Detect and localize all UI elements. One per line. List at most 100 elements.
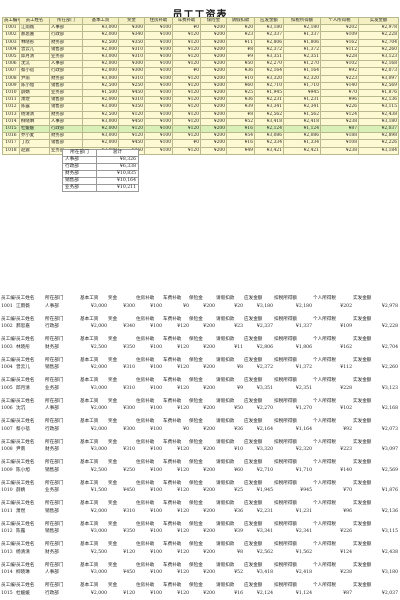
cell-housing-allowance[interactable]: ¥100 [144, 24, 173, 33]
payslip-value-gross-pay[interactable]: ¥3,320 [244, 446, 273, 453]
cell-gross-pay[interactable]: ¥2,164 [254, 67, 284, 76]
cell-insurance[interactable]: ¥200 [200, 139, 227, 148]
payslip-value-taxable-income[interactable]: ¥2,341 [274, 528, 312, 535]
cell-taxable-income[interactable]: ¥2,180 [283, 24, 321, 33]
payslip-value-insurance[interactable]: ¥200 [189, 467, 215, 474]
cell-housing-allowance[interactable]: ¥100 [144, 125, 173, 134]
payslip-value-housing-allowance[interactable]: ¥100 [136, 344, 162, 351]
payslip-value-income-tax[interactable]: ¥70 [313, 487, 352, 494]
cell-employee-name[interactable]: 陈露 [19, 103, 50, 112]
cell-taxable-income[interactable]: ¥1,164 [283, 67, 321, 76]
cell-net-pay[interactable]: ¥1,876 [358, 89, 399, 98]
cell-employee-id[interactable]: 1007 [2, 67, 20, 76]
cell-income-tax[interactable]: ¥124 [320, 110, 359, 119]
cell-housing-allowance[interactable]: ¥100 [144, 38, 173, 47]
column-header-bonus[interactable]: 奖金 [118, 16, 145, 26]
payslip-value-bonus[interactable]: ¥350 [108, 344, 135, 351]
cell-employee-id[interactable]: 1006 [2, 60, 20, 69]
cell-employee-name[interactable]: 乔小麦 [19, 132, 50, 141]
payslip-value-bonus[interactable]: ¥300 [108, 405, 135, 412]
payslip-value-employee-name[interactable]: 尹南 [16, 446, 44, 453]
payslip-value-net-pay[interactable]: ¥2,260 [353, 364, 398, 371]
payslip-value-net-pay[interactable]: ¥2,569 [353, 467, 398, 474]
payslip-value-employee-id[interactable]: 1011 [1, 508, 16, 515]
payslip-value-gross-pay[interactable]: ¥3,418 [244, 569, 273, 576]
payslip-value-department[interactable]: 业务部 [45, 487, 79, 494]
summary-total[interactable]: ¥8,326 [96, 156, 139, 164]
payslip-value-car-allowance[interactable]: ¥120 [163, 467, 189, 474]
cell-employee-name[interactable]: 曾云儿 [19, 45, 50, 55]
payslip-value-insurance[interactable]: ¥200 [189, 405, 215, 412]
payslip-value-housing-allowance[interactable]: ¥100 [136, 549, 162, 556]
payslip-value-income-tax[interactable]: ¥112 [313, 364, 352, 371]
payslip-value-housing-allowance[interactable]: ¥100 [136, 467, 162, 474]
payslip-value-net-pay[interactable]: ¥3,097 [353, 446, 398, 453]
cell-employee-id[interactable]: 1004 [2, 45, 20, 55]
cell-employee-name[interactable]: 杨清清 [19, 110, 50, 119]
payslip-value-bonus[interactable]: ¥300 [108, 303, 135, 310]
cell-leave-deduction[interactable]: ¥39 [226, 103, 255, 112]
cell-taxable-income[interactable]: ¥1,270 [283, 60, 321, 69]
payslip-value-department[interactable]: 行政部 [45, 590, 79, 597]
payslip-value-taxable-income[interactable]: ¥2,351 [274, 385, 312, 392]
payslip-value-department[interactable]: 销售部 [45, 364, 79, 371]
cell-income-tax[interactable]: ¥223 [320, 74, 359, 83]
payslip-value-taxable-income[interactable]: ¥1,806 [274, 344, 312, 351]
cell-taxable-income[interactable]: ¥2,086 [283, 132, 321, 141]
summary-department[interactable]: 财务部 [62, 170, 97, 178]
cell-net-pay[interactable]: ¥2,226 [358, 139, 399, 148]
cell-gross-pay[interactable]: ¥2,124 [254, 125, 284, 134]
payslip-value-leave-deduction[interactable]: ¥60 [216, 467, 243, 474]
cell-bonus[interactable]: ¥340 [118, 31, 145, 40]
payslip-value-income-tax[interactable]: ¥140 [313, 467, 352, 474]
payslip-value-insurance[interactable]: ¥200 [189, 426, 215, 433]
payslip-value-leave-deduction[interactable]: ¥39 [216, 528, 243, 535]
cell-bonus[interactable]: ¥310 [118, 53, 145, 62]
column-header-gross-pay[interactable]: 应发金额 [254, 16, 284, 26]
payslip-value-leave-deduction[interactable]: ¥50 [216, 405, 243, 412]
payslip-value-leave-deduction[interactable]: ¥36 [216, 508, 243, 515]
payslip-value-income-tax[interactable]: ¥109 [313, 323, 352, 330]
cell-taxable-income[interactable]: ¥2,320 [283, 74, 321, 83]
payslip-value-leave-deduction[interactable]: ¥20 [216, 303, 243, 310]
cell-leave-deduction[interactable]: ¥10 [226, 74, 255, 83]
payslip-value-net-pay[interactable]: ¥2,438 [353, 549, 398, 556]
payslip-value-gross-pay[interactable]: ¥2,231 [244, 508, 273, 515]
payslip-value-leave-deduction[interactable]: ¥16 [216, 590, 243, 597]
cell-car-allowance[interactable]: ¥120 [172, 125, 201, 134]
cell-employee-name[interactable]: 杜媛媛 [19, 125, 50, 134]
payslip-value-taxable-income[interactable]: ¥945 [274, 487, 312, 494]
cell-leave-deduction[interactable]: ¥36 [226, 67, 255, 76]
cell-taxable-income[interactable]: ¥1,562 [283, 110, 321, 119]
cell-department[interactable]: 销售部 [49, 96, 83, 105]
cell-gross-pay[interactable]: ¥2,710 [254, 81, 284, 91]
payslip-value-gross-pay[interactable]: ¥1,945 [244, 487, 273, 494]
payslip-value-net-pay[interactable]: ¥3,180 [353, 569, 398, 576]
cell-leave-deduction[interactable]: ¥8 [226, 110, 255, 119]
cell-net-pay[interactable]: ¥3,180 [358, 117, 399, 127]
cell-insurance[interactable]: ¥200 [200, 132, 227, 141]
payslip-value-income-tax[interactable]: ¥228 [313, 385, 352, 392]
cell-gross-pay[interactable]: ¥2,334 [254, 139, 284, 148]
cell-gross-pay[interactable]: ¥3,086 [254, 132, 284, 141]
cell-bonus[interactable]: ¥450 [118, 89, 145, 98]
cell-taxable-income[interactable]: ¥1,334 [283, 139, 321, 148]
cell-bonus[interactable]: ¥310 [118, 96, 145, 105]
payslip-value-department[interactable]: 行政部 [45, 323, 79, 330]
payslip-value-taxable-income[interactable]: ¥1,562 [274, 549, 312, 556]
payslip-value-car-allowance[interactable]: ¥120 [163, 590, 189, 597]
payslip-value-gross-pay[interactable]: ¥2,806 [244, 344, 273, 351]
column-header-leave-deduction[interactable]: 请假扣款 [226, 16, 255, 26]
cell-net-pay[interactable]: ¥2,569 [358, 81, 399, 91]
payslip-value-bonus[interactable]: ¥120 [108, 590, 135, 597]
payslip-value-housing-allowance[interactable]: ¥100 [136, 569, 162, 576]
cell-base-salary[interactable]: ¥2,000 [82, 60, 119, 69]
payslip-value-leave-deduction[interactable]: ¥52 [216, 569, 243, 576]
payslip-value-gross-pay[interactable]: ¥2,164 [244, 426, 273, 433]
cell-department[interactable]: 行政部 [49, 31, 83, 40]
payslip-value-gross-pay[interactable]: ¥2,124 [244, 590, 273, 597]
cell-leave-deduction[interactable]: ¥49 [226, 146, 255, 155]
cell-insurance[interactable]: ¥200 [200, 146, 227, 155]
payslip-value-gross-pay[interactable]: ¥2,710 [244, 467, 273, 474]
cell-bonus[interactable]: ¥120 [118, 125, 145, 134]
